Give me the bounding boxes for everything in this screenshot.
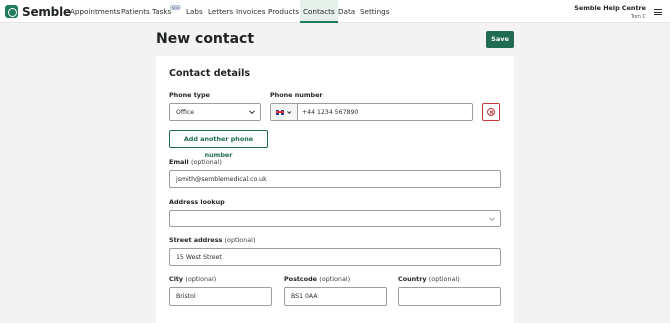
city-label: City (optional) (169, 275, 216, 283)
street-address-field[interactable]: 15 West Street (169, 248, 501, 266)
postcode-label-text: Postcode (284, 275, 318, 283)
email-value: jsmith@semblemedical.co.uk (176, 175, 267, 183)
phone-number-field[interactable]: +44 1234 567890 (270, 103, 473, 121)
street-address-label: Street address (optional) (169, 236, 255, 244)
nav-item-labs[interactable]: Labs (183, 0, 206, 23)
city-field[interactable]: Bristol (169, 287, 272, 306)
phone-type-select[interactable]: Office (169, 103, 261, 121)
top-navigation: Semble Appointments Patients Tasks NEW L… (0, 0, 670, 23)
country-code-select[interactable] (271, 104, 298, 120)
section-title: Contact details (169, 68, 251, 79)
postcode-value: BS1 0AA (291, 293, 318, 300)
email-optional-hint: (optional) (190, 158, 222, 166)
help-centre-title: Semble Help Centre (574, 4, 646, 12)
nav-item-appointments[interactable]: Appointments (67, 0, 123, 23)
save-button[interactable]: Save (486, 31, 514, 48)
country-label-text: Country (398, 275, 427, 283)
user-name: Tom C (630, 14, 646, 20)
country-field[interactable] (398, 287, 501, 306)
postcode-label: Postcode (optional) (284, 275, 350, 283)
country-optional-hint: (optional) (428, 275, 460, 283)
page-title: New contact (156, 31, 255, 47)
nav-item-contacts[interactable]: Contacts (300, 0, 338, 23)
remove-circle-icon (487, 108, 495, 116)
nav-item-letters[interactable]: Letters (205, 0, 236, 23)
address-lookup-select[interactable] (169, 210, 501, 227)
postcode-field[interactable]: BS1 0AA (284, 287, 387, 306)
uk-flag-icon (276, 109, 284, 115)
new-badge: NEW (170, 5, 181, 10)
brand-logo[interactable]: Semble (5, 4, 71, 19)
add-phone-button[interactable]: Add another phone number (169, 130, 268, 159)
email-field[interactable]: jsmith@semblemedical.co.uk (169, 170, 501, 188)
postcode-optional-hint: (optional) (319, 275, 351, 283)
nav-item-tasks[interactable]: Tasks (149, 0, 174, 23)
nav-item-settings[interactable]: Settings (357, 0, 392, 23)
contact-details-card: Contact details Phone type Office Phone … (156, 56, 514, 323)
nav-item-data[interactable]: Data (335, 0, 358, 23)
street-optional-hint: (optional) (224, 236, 256, 244)
street-address-value: 15 West Street (176, 253, 222, 261)
chevron-down-icon (287, 109, 292, 114)
country-label: Country (optional) (398, 275, 460, 283)
city-label-text: City (169, 275, 184, 283)
hamburger-menu-icon[interactable] (654, 9, 662, 15)
phone-number-value: +44 1234 567890 (302, 108, 359, 116)
email-label-text: Email (169, 158, 189, 166)
phone-number-label: Phone number (270, 91, 323, 99)
nav-item-invoices[interactable]: Invoices (233, 0, 268, 23)
semble-logo-icon (5, 5, 18, 18)
address-lookup-label: Address lookup (169, 198, 225, 206)
help-centre-link[interactable]: Semble Help Centre Tom C (574, 4, 646, 20)
phone-type-value: Office (176, 108, 195, 116)
nav-item-patients[interactable]: Patients (118, 0, 153, 23)
chevron-down-icon (249, 108, 255, 115)
city-optional-hint: (optional) (185, 275, 217, 283)
street-label-text: Street address (169, 236, 223, 244)
chevron-down-icon (489, 214, 495, 221)
nav-item-products[interactable]: Products (265, 0, 302, 23)
remove-phone-button[interactable] (482, 103, 500, 121)
email-label: Email (optional) (169, 158, 222, 166)
city-value: Bristol (176, 293, 196, 300)
brand-name: Semble (22, 4, 71, 19)
phone-type-label: Phone type (169, 91, 210, 99)
